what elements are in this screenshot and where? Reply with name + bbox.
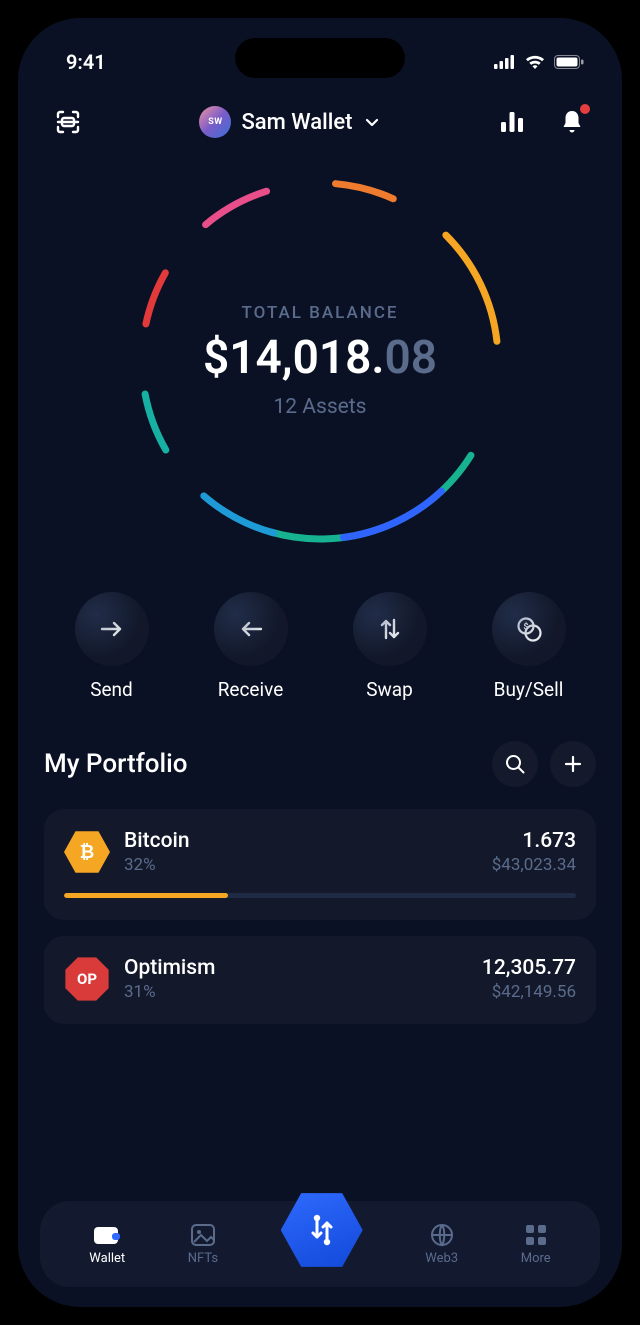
asset-icon: OP: [64, 956, 110, 1002]
center-action-button[interactable]: [281, 1189, 363, 1271]
asset-percent: 31%: [124, 982, 468, 1002]
asset-usd: $42,149.56: [482, 982, 576, 1002]
avatar-initials: SW: [208, 117, 222, 127]
tab-wallet-label: Wallet: [89, 1251, 125, 1266]
phone-frame: 9:41 SW Sam Wallet: [0, 0, 640, 1325]
globe-icon: [430, 1223, 454, 1247]
svg-text:$: $: [523, 622, 528, 633]
notification-dot: [580, 104, 590, 114]
swap-label: Swap: [353, 678, 427, 701]
asset-amount: 12,305.77: [482, 956, 576, 980]
swap-icon: [378, 616, 402, 642]
stats-button[interactable]: [492, 102, 532, 142]
tab-web3-label: Web3: [425, 1251, 458, 1266]
battery-icon: [554, 55, 584, 69]
tab-bar: Wallet NFTs Web3 More: [40, 1201, 600, 1287]
bell-icon: [560, 109, 584, 135]
coins-icon: $: [515, 615, 543, 643]
portfolio-title: My Portfolio: [44, 749, 188, 779]
scan-button[interactable]: [48, 102, 88, 142]
receive-action[interactable]: Receive: [214, 592, 288, 701]
asset-name: Bitcoin: [124, 829, 478, 853]
arrow-left-icon: [238, 619, 264, 639]
notch: [235, 38, 405, 78]
swap-fab-icon: [306, 1213, 338, 1247]
bar-chart-icon: [499, 110, 525, 134]
search-button[interactable]: [492, 741, 538, 787]
tab-web3[interactable]: Web3: [425, 1223, 458, 1266]
asset-usd: $43,023.34: [492, 855, 576, 875]
send-action[interactable]: Send: [75, 592, 149, 701]
status-icons: [494, 54, 584, 70]
asset-name: Optimism: [124, 956, 468, 980]
notifications-button[interactable]: [552, 102, 592, 142]
add-button[interactable]: [550, 741, 596, 787]
asset-amount: 1.673: [492, 829, 576, 853]
screen: 9:41 SW Sam Wallet: [18, 18, 622, 1307]
wallet-name: Sam Wallet: [241, 110, 352, 135]
wallet-icon: [93, 1224, 121, 1246]
tab-more-label: More: [521, 1251, 551, 1266]
tab-more[interactable]: More: [521, 1223, 551, 1266]
scan-icon: [54, 108, 82, 136]
wifi-icon: [524, 54, 546, 70]
quick-actions: Send Receive Swap $ Buy/Sell: [18, 556, 622, 741]
tab-nfts[interactable]: NFTs: [188, 1223, 218, 1266]
plus-icon: [563, 754, 583, 774]
wallet-selector[interactable]: SW Sam Wallet: [199, 106, 380, 138]
chevron-down-icon: [363, 113, 381, 131]
buysell-action[interactable]: $ Buy/Sell: [492, 592, 566, 701]
arrow-right-icon: [99, 619, 125, 639]
send-label: Send: [75, 678, 149, 701]
asset-icon: ₿: [64, 829, 110, 875]
tab-nfts-label: NFTs: [188, 1251, 218, 1266]
asset-progress: [64, 893, 576, 898]
image-icon: [191, 1224, 215, 1246]
asset-card[interactable]: OP Optimism 31% 12,305.77 $42,149.56: [44, 936, 596, 1024]
search-icon: [504, 753, 526, 775]
signal-icon: [494, 55, 516, 69]
avatar: SW: [199, 106, 231, 138]
tab-wallet[interactable]: Wallet: [89, 1223, 125, 1266]
balance-ring: TOTAL BALANCE $14,018.08 12 Assets: [125, 166, 515, 556]
app-header: SW Sam Wallet: [18, 84, 622, 142]
receive-label: Receive: [214, 678, 288, 701]
allocation-ring-icon: [125, 166, 515, 556]
grid-icon: [525, 1224, 547, 1246]
buysell-label: Buy/Sell: [492, 678, 566, 701]
swap-action[interactable]: Swap: [353, 592, 427, 701]
asset-card[interactable]: ₿ Bitcoin 32% 1.673 $43,023.34: [44, 809, 596, 920]
asset-percent: 32%: [124, 855, 478, 875]
status-time: 9:41: [66, 50, 106, 74]
portfolio-section: My Portfolio ₿ Bitcoin 32% 1.673: [18, 741, 622, 1024]
